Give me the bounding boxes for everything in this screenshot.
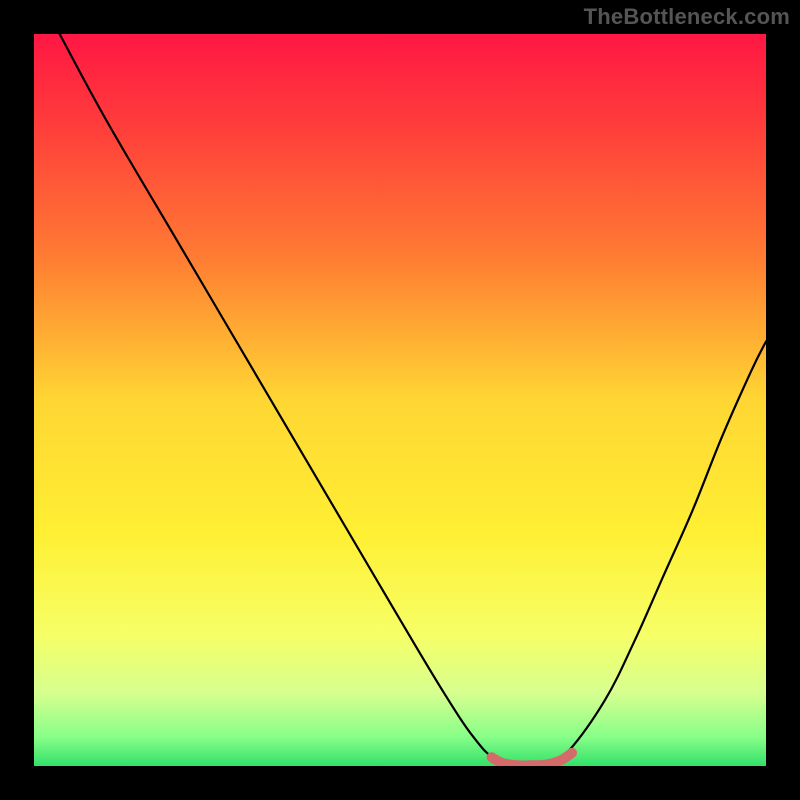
chart-svg: [34, 34, 766, 766]
plot-area: [34, 34, 766, 766]
chart-frame: TheBottleneck.com: [0, 0, 800, 800]
watermark-text: TheBottleneck.com: [584, 4, 790, 30]
gradient-background: [34, 34, 766, 766]
